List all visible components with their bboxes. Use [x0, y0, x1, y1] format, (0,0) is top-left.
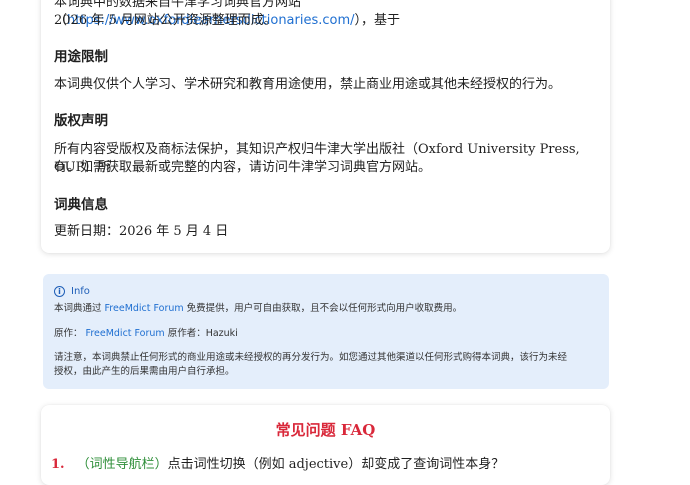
- faq-title: 常见问题 FAQ: [275, 421, 376, 439]
- info-icon: i: [54, 286, 65, 297]
- copyright-heading: 版权声明: [54, 113, 108, 129]
- info-origin-line: 原作： FreeMdict Forum 原作者：Hazuki: [54, 327, 602, 341]
- copyright-line-2: 有。如需获取最新或完整的内容，请访问牛津学习词典官方网站。: [54, 160, 432, 175]
- origin-label: 原作：: [54, 328, 83, 339]
- info-free-text: 本词典通过: [54, 303, 105, 314]
- source-line-2: 2026 年 5 月网站公开资源整理而成。: [54, 13, 277, 28]
- updated-date: 更新日期：2026 年 5 月 4 日: [54, 224, 229, 239]
- info-title-text: Info: [71, 286, 90, 297]
- info-free-line: 本词典通过 FreeMdict Forum 免费提供，用户可自由获取，且不会以任…: [54, 302, 602, 316]
- usage-heading: 用途限制: [54, 49, 108, 65]
- author-label: 原作者：: [164, 328, 206, 339]
- faq-item-number: 1.: [51, 457, 65, 472]
- info-free-text-after: 免费提供，用户可自由获取，且不会以任何形式向用户收取费用。: [183, 303, 463, 314]
- faq-card: 常见问题 FAQ 1. （词性导航栏）点击词性切换（例如 adjective）却变…: [41, 405, 610, 485]
- faq-item-tag: （词性导航栏）: [76, 457, 168, 472]
- faq-item[interactable]: 1. （词性导航栏）点击词性切换（例如 adjective）却变成了查询词性本身？: [51, 453, 504, 472]
- freemdict-forum-link[interactable]: FreeMdict Forum: [105, 303, 184, 314]
- info-title: i Info: [54, 286, 90, 297]
- dict-info-heading: 词典信息: [54, 197, 108, 213]
- about-card: 本词典中的数据来自牛津学习词典官方网站（https://www.oxfordle…: [41, 0, 610, 253]
- author-name: Hazuki: [205, 328, 238, 339]
- faq-item-question: 点击词性切换（例如 adjective）却变成了查询词性本身？: [167, 457, 505, 472]
- info-notice-line-1: 请注意，本词典禁止任何形式的商业用途或未经授权的再分发行为。如您通过其他渠道以任…: [54, 352, 568, 363]
- info-notice-line-2: 授权，由此产生的后果需由用户自行承担。: [54, 366, 235, 377]
- origin-forum-link[interactable]: FreeMdict Forum: [86, 328, 165, 339]
- usage-text: 本词典仅供个人学习、学术研究和教育用途使用，禁止商业用途或其他未经授权的行为。: [54, 77, 562, 92]
- info-box: i Info 本词典通过 FreeMdict Forum 免费提供，用户可自由获…: [43, 274, 609, 389]
